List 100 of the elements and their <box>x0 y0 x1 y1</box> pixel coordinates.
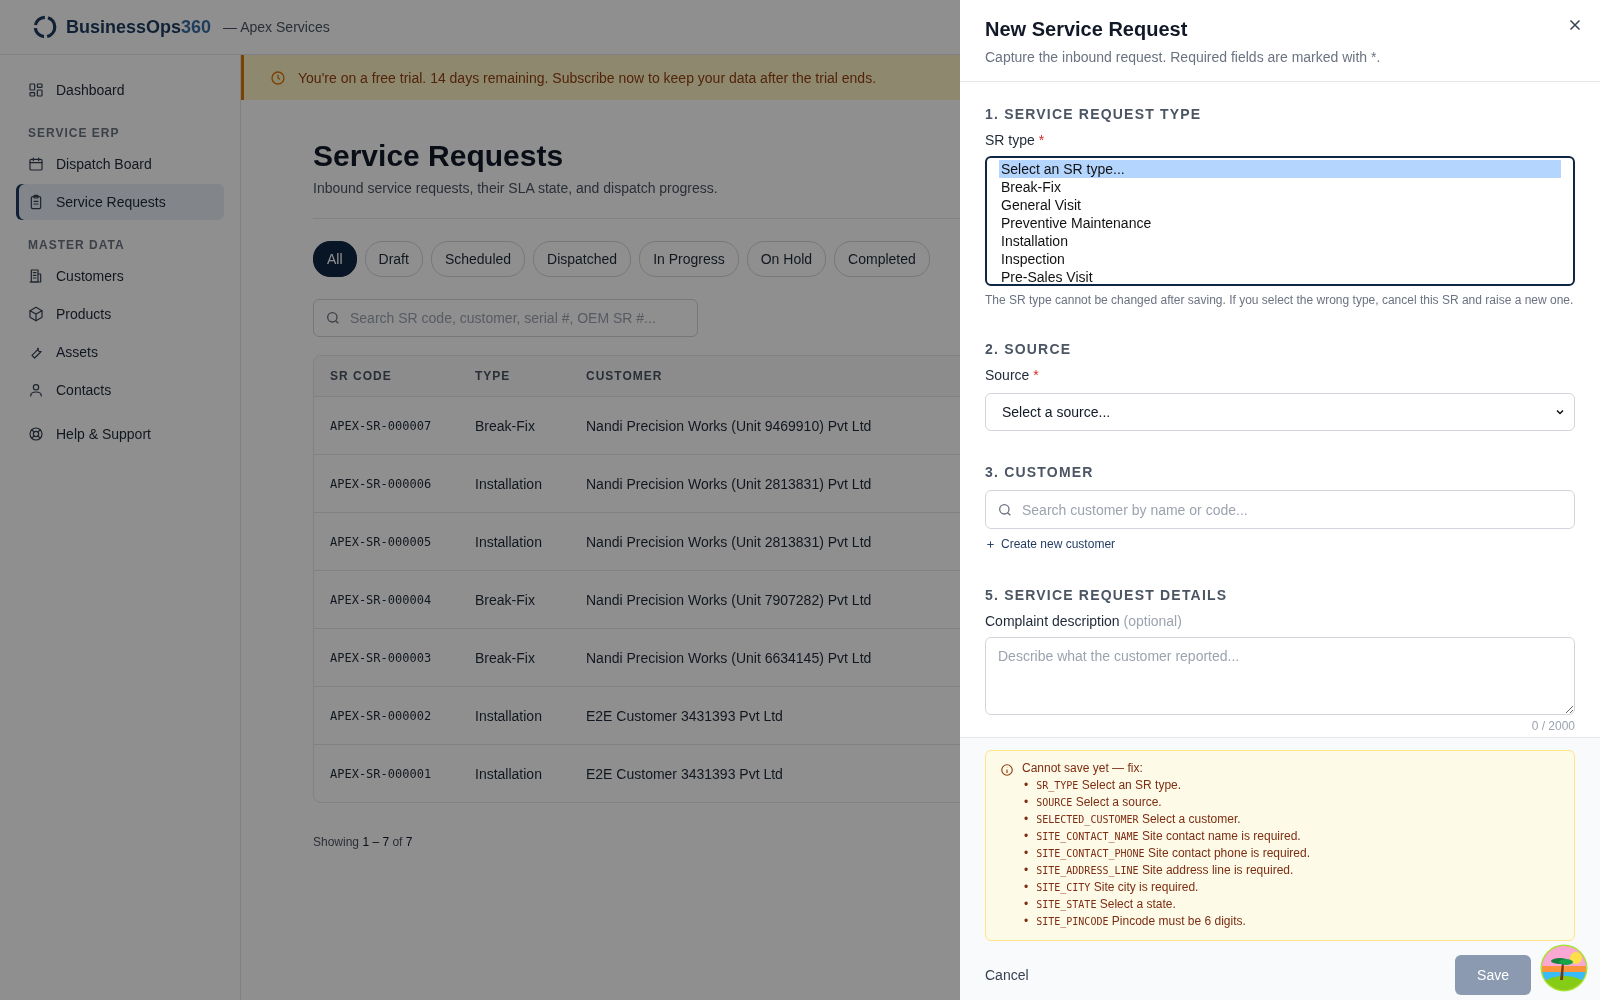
list-bullet: • <box>1024 895 1029 913</box>
listbox-option[interactable]: Inspection <box>999 250 1561 268</box>
logo-icon <box>32 14 58 40</box>
error-item: SITE_CONTACT_NAME Site contact name is required. <box>1036 827 1301 845</box>
pagination-summary: Showing 1 – 7 of 7 <box>313 835 413 849</box>
sr-type-listbox[interactable]: Select an SR type... Break-Fix General Visit Preventive Maintenance Installation Inspection Pre-Sales Visit <box>985 156 1575 286</box>
table-cell: Break-Fix <box>475 417 535 434</box>
listbox-option[interactable]: Installation <box>999 232 1561 250</box>
sidebar-item[interactable]: Contacts <box>16 372 224 408</box>
lifebuoy-icon <box>28 426 44 442</box>
field-label: Source * <box>985 367 1040 383</box>
error-item: SITE_CONTACT_PHONE Site contact phone is required. <box>1036 844 1310 862</box>
field-label: Complaint description (optional) <box>985 612 1183 629</box>
search-icon <box>325 310 341 326</box>
calendar-icon <box>28 156 44 172</box>
dashboard-icon <box>28 82 44 98</box>
list-bullet: • <box>1024 861 1029 879</box>
list-bullet: • <box>1024 878 1029 896</box>
plus-icon <box>985 538 996 550</box>
drawer-subtitle: Capture the inbound request. Required fields are marked with *. <box>985 49 1382 65</box>
clock-icon <box>270 69 286 86</box>
search-field[interactable]: Search SR code, customer, serial #, OEM SR #... <box>313 299 698 337</box>
alert-title: Cannot save yet — fix: <box>1022 760 1144 775</box>
filter-chip[interactable]: Draft <box>364 241 423 277</box>
column-header: CUSTOMER <box>586 369 663 383</box>
list-bullet: • <box>1024 776 1029 794</box>
sidebar-item[interactable]: Service Requests <box>16 184 224 220</box>
table-cell: Installation <box>475 707 542 724</box>
table-cell: Installation <box>475 533 542 550</box>
brand-name: BusinessOps360 <box>66 16 212 38</box>
table-cell: Nandi Precision Works (Unit 7907282) Pvt Ltd <box>586 591 872 608</box>
clipboard-icon <box>28 194 44 210</box>
box-icon <box>28 306 44 322</box>
building-icon <box>28 268 44 284</box>
error-item: SITE_ADDRESS_LINE Site address line is required. <box>1036 861 1294 879</box>
table-cell: APEX-SR-000004 <box>330 592 432 607</box>
filter-chip[interactable]: Completed <box>834 241 930 277</box>
character-counter: 0 / 2000 <box>1530 718 1575 733</box>
person-icon <box>28 382 44 398</box>
error-item: SR_TYPE Select an SR type. <box>1036 776 1182 794</box>
table-cell: Nandi Precision Works (Unit 9469910) Pvt Ltd <box>586 417 872 434</box>
list-bullet: • <box>1024 810 1029 828</box>
table-cell: Installation <box>475 765 542 782</box>
create-customer-link[interactable]: Create new customer <box>985 537 1116 551</box>
trial-message: You're on a free trial. 14 days remaining. Subscribe now to keep your data after the trial ends. <box>298 69 877 86</box>
error-item: SITE_CITY Site city is required. <box>1036 878 1199 896</box>
listbox-option[interactable]: Select an SR type... <box>999 160 1561 178</box>
info-icon <box>1000 762 1014 777</box>
error-item: SITE_STATE Select a state. <box>1036 895 1176 913</box>
section-heading: 1. SERVICE REQUEST TYPE <box>985 106 1203 122</box>
column-header: TYPE <box>475 369 511 383</box>
table-cell: Break-Fix <box>475 591 535 608</box>
table-cell: Nandi Precision Works (Unit 2813831) Pvt Ltd <box>586 533 872 550</box>
field-hint: The SR type cannot be changed after saving. If you select the wrong type, cancel this SR and raise a new one. <box>985 292 1575 308</box>
section-heading: 2. SOURCE <box>985 341 1073 357</box>
table-cell: E2E Customer 3431393 Pvt Ltd <box>586 765 783 782</box>
source-select[interactable]: Select a source... <box>985 393 1575 431</box>
error-item: SITE_PINCODE Pincode must be 6 digits. <box>1036 912 1246 930</box>
section-heading: 3. CUSTOMER <box>985 464 1095 480</box>
filter-chip[interactable]: All <box>313 241 357 277</box>
list-bullet: • <box>1024 827 1029 845</box>
sidebar-item[interactable]: Help & Support <box>16 416 224 452</box>
filter-chip[interactable]: In Progress <box>639 241 739 277</box>
sidebar-item[interactable]: Dashboard <box>16 72 224 108</box>
field-label: SR type * <box>985 132 1046 148</box>
list-bullet: • <box>1024 793 1029 811</box>
customer-search-field[interactable]: Search customer by name or code... <box>985 490 1575 529</box>
list-bullet: • <box>1024 912 1029 930</box>
drawer-title: New Service Request <box>985 18 1189 41</box>
error-item: SOURCE Select a source. <box>1036 793 1162 811</box>
filter-chip[interactable]: On Hold <box>746 241 827 277</box>
table-cell: APEX-SR-000001 <box>330 766 432 781</box>
table-cell: APEX-SR-000007 <box>330 418 432 433</box>
section-heading: 5. SERVICE REQUEST DETAILS <box>985 586 1229 603</box>
list-bullet: • <box>1024 844 1029 862</box>
filter-chip[interactable]: Dispatched <box>533 241 632 277</box>
table-cell: APEX-SR-000003 <box>330 650 432 665</box>
sidebar-item[interactable]: Customers <box>16 258 224 294</box>
error-item: SELECTED_CUSTOMER Select a customer. <box>1036 810 1241 828</box>
filter-chip[interactable]: Scheduled <box>430 241 526 277</box>
page-title: Service Requests <box>313 139 564 172</box>
tenant-name: — Apex Services <box>223 19 330 35</box>
table-cell: Installation <box>475 475 542 492</box>
complaint-textarea[interactable]: Describe what the customer reported... <box>985 636 1575 715</box>
table-cell: Break-Fix <box>475 649 535 666</box>
sidebar-item[interactable]: Products <box>16 296 224 332</box>
sidebar-section-heading: MASTER DATA <box>27 237 126 254</box>
cancel-button[interactable]: Cancel <box>985 966 1029 983</box>
column-header: SR CODE <box>330 369 392 383</box>
sidebar-section-heading: SERVICE ERP <box>27 125 121 142</box>
table-cell: E2E Customer 3431393 Pvt Ltd <box>586 707 783 724</box>
table-cell: Nandi Precision Works (Unit 2813831) Pvt Ltd <box>586 475 872 492</box>
listbox-option[interactable]: Pre-Sales Visit <box>999 268 1561 284</box>
table-cell: APEX-SR-000006 <box>330 476 432 491</box>
search-icon <box>997 501 1013 518</box>
sidebar-item[interactable]: Dispatch Board <box>16 146 224 182</box>
table-cell: APEX-SR-000005 <box>330 534 432 549</box>
sidebar-item[interactable]: Assets <box>16 334 224 370</box>
table-cell: Nandi Precision Works (Unit 6634145) Pvt Ltd <box>586 649 872 666</box>
table-cell: APEX-SR-000002 <box>330 708 432 723</box>
